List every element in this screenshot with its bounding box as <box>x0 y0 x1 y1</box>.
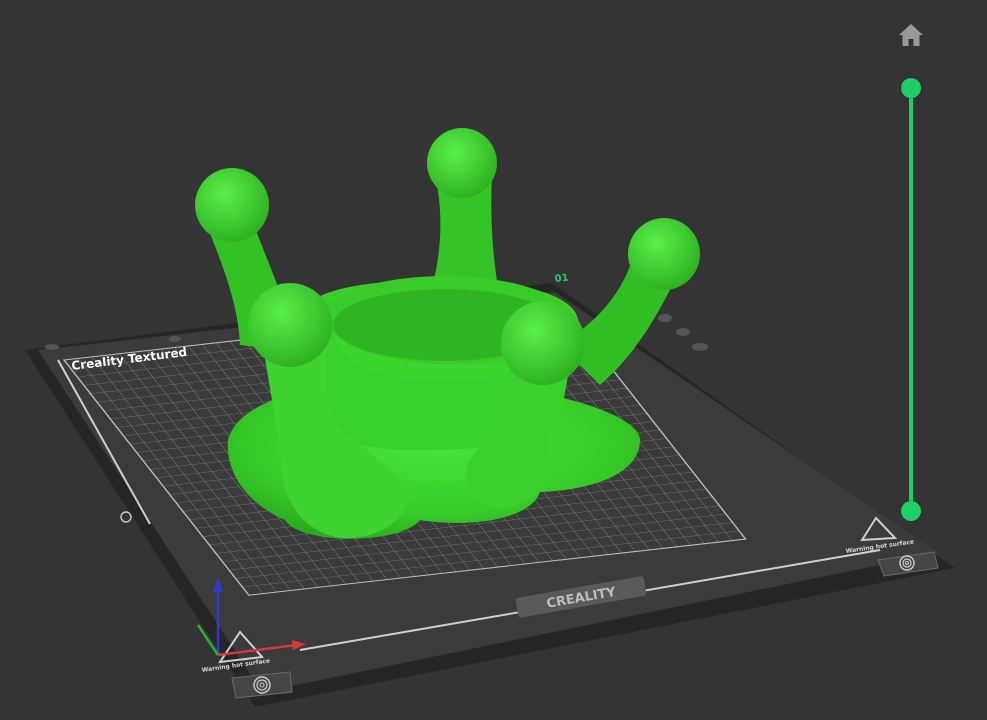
bed-edge-icon <box>120 511 132 523</box>
layer-slider-upper-handle[interactable] <box>901 78 921 98</box>
3d-viewport[interactable]: Creality Textured 01 CREALITY Warning ho… <box>0 0 987 720</box>
home-icon <box>899 24 923 46</box>
layer-slider[interactable] <box>896 76 926 524</box>
corner-tab <box>692 343 708 351</box>
corner-tab <box>658 314 672 322</box>
corner-tab <box>169 336 181 342</box>
layer-slider-track[interactable] <box>909 88 913 512</box>
corner-tab <box>45 344 59 350</box>
layer-slider-lower-handle[interactable] <box>901 501 921 521</box>
home-view-button[interactable] <box>896 20 926 50</box>
plate-number: 01 <box>554 273 569 285</box>
corner-tab <box>676 328 690 336</box>
